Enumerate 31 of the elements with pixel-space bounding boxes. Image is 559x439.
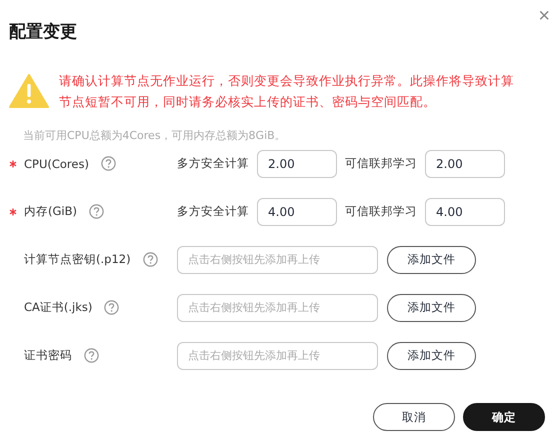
quota-note: 当前可用CPU总额为4Cores，可用内存总额为8GiB。 bbox=[22, 128, 287, 143]
add-file-button[interactable]: 添加文件 bbox=[387, 246, 476, 274]
input-field[interactable]: 点击右侧按钮先添加再上传 bbox=[177, 246, 378, 274]
help-icon[interactable] bbox=[100, 156, 116, 171]
confirm-button[interactable]: 确定 bbox=[463, 403, 545, 431]
input-field[interactable]: 点击右侧按钮先添加再上传 bbox=[177, 294, 378, 322]
help-icon[interactable] bbox=[84, 348, 99, 363]
field-label: 证书密码 bbox=[24, 348, 72, 363]
input-field[interactable]: 2.00 bbox=[257, 150, 337, 178]
field-label: CA证书(.jks) bbox=[24, 300, 92, 315]
warning-icon bbox=[9, 74, 49, 108]
close-button[interactable]: × bbox=[534, 5, 554, 27]
field-label: 内存(GiB) bbox=[24, 204, 77, 219]
field-label: 可信联邦学习 bbox=[345, 156, 417, 171]
add-file-button[interactable]: 添加文件 bbox=[387, 294, 476, 322]
help-icon[interactable] bbox=[88, 204, 104, 219]
field-label: 多方安全计算 bbox=[177, 156, 249, 171]
field-label: 多方安全计算 bbox=[177, 204, 249, 219]
dialog-title: 配置变更 bbox=[9, 20, 77, 42]
cancel-button[interactable]: 取消 bbox=[373, 403, 455, 431]
input-field[interactable]: 2.00 bbox=[425, 150, 505, 178]
field-label: CPU(Cores) bbox=[24, 156, 89, 170]
input-field[interactable]: 4.00 bbox=[257, 198, 337, 226]
help-icon[interactable] bbox=[142, 252, 158, 267]
input-field[interactable]: 4.00 bbox=[425, 198, 505, 226]
help-icon[interactable] bbox=[104, 300, 120, 315]
warning-message: 请确认计算节点无作业运行，否则变更会导致作业执行异常。此操作将导致计算节点短暂不可用，同时请务必核实上传的证书、密码与空间匹配。 bbox=[59, 72, 515, 111]
input-field[interactable]: 点击右侧按钮先添加再上传 bbox=[177, 342, 378, 370]
field-label: 可信联邦学习 bbox=[345, 204, 417, 219]
add-file-button[interactable]: 添加文件 bbox=[387, 342, 476, 370]
field-label: 计算节点密钥(.p12) bbox=[24, 252, 131, 267]
